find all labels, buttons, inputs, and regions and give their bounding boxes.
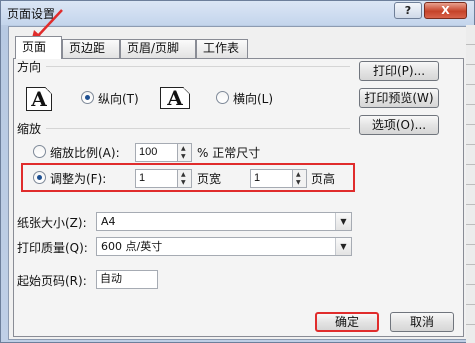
- cancel-button[interactable]: 取消: [390, 312, 454, 332]
- adjust-to-label[interactable]: 缩放比例(A):: [50, 144, 120, 161]
- title-bar: 页面设置 ? X: [1, 1, 474, 25]
- fit-to-label[interactable]: 调整为(F):: [50, 170, 106, 187]
- print-quality-value: 600 点/英寸: [101, 240, 163, 253]
- chevron-down-icon[interactable]: ▼: [335, 238, 351, 255]
- fit-pages-wide-spinner[interactable]: ▲ ▼: [178, 169, 192, 188]
- landscape-label[interactable]: 横向(L): [233, 90, 273, 107]
- portrait-label[interactable]: 纵向(T): [98, 90, 139, 107]
- adjust-to-radio[interactable]: [33, 145, 46, 158]
- fit-pages-tall-input[interactable]: 1: [250, 169, 293, 188]
- background-sheet-edge: [466, 25, 475, 343]
- options-button[interactable]: 选项(O)...: [359, 115, 439, 135]
- chevron-down-icon[interactable]: ▼: [335, 213, 351, 230]
- paper-size-select[interactable]: A4 ▼: [96, 212, 352, 231]
- first-page-number-label: 起始页码(R):: [17, 274, 87, 288]
- tab-page[interactable]: 页面: [15, 36, 62, 59]
- print-preview-button[interactable]: 打印预览(W): [359, 88, 439, 108]
- scaling-divider: [46, 128, 350, 129]
- adjust-to-suffix: % 正常尺寸: [197, 146, 261, 160]
- orientation-heading: 方向: [17, 60, 42, 74]
- fit-to-radio[interactable]: [33, 171, 46, 184]
- first-page-number-input[interactable]: 自动: [96, 270, 158, 289]
- ok-button[interactable]: 确定: [315, 312, 379, 332]
- close-button[interactable]: X: [424, 2, 467, 19]
- print-quality-select[interactable]: 600 点/英寸 ▼: [96, 237, 352, 256]
- dialog-body: 页面 页边距 页眉/页脚 工作表 方向 A 纵向(T) A 横向(L) 缩放 缩…: [8, 26, 467, 340]
- print-quality-label: 打印质量(Q):: [17, 241, 88, 255]
- paper-size-label: 纸张大小(Z):: [17, 216, 87, 230]
- paper-size-value: A4: [101, 215, 116, 228]
- page-setup-dialog: 页面设置 ? X 页面 页边距 页眉/页脚 工作表 方向 A 纵向(T) A 横…: [0, 0, 475, 343]
- landscape-icon: A: [160, 87, 190, 109]
- scaling-heading: 缩放: [17, 122, 42, 136]
- zoom-percent-spinner[interactable]: ▲ ▼: [178, 143, 192, 162]
- fit-tall-suffix: 页高: [311, 172, 336, 186]
- help-button[interactable]: ?: [394, 2, 422, 19]
- fit-wide-suffix: 页宽: [197, 172, 222, 186]
- tab-header-footer[interactable]: 页眉/页脚: [120, 39, 196, 58]
- portrait-icon: A: [26, 87, 52, 111]
- tab-sheet[interactable]: 工作表: [196, 39, 248, 58]
- fit-pages-tall-spinner[interactable]: ▲ ▼: [293, 169, 307, 188]
- orientation-divider: [46, 66, 350, 67]
- landscape-radio[interactable]: [216, 91, 229, 104]
- print-button[interactable]: 打印(P)...: [359, 61, 439, 81]
- tab-margins[interactable]: 页边距: [62, 39, 120, 58]
- portrait-radio[interactable]: [81, 91, 94, 104]
- zoom-percent-input[interactable]: 100: [135, 143, 178, 162]
- tab-panel-page: 方向 A 纵向(T) A 横向(L) 缩放 缩放比例(A): 100 ▲ ▼ % …: [13, 58, 464, 337]
- fit-pages-wide-input[interactable]: 1: [135, 169, 178, 188]
